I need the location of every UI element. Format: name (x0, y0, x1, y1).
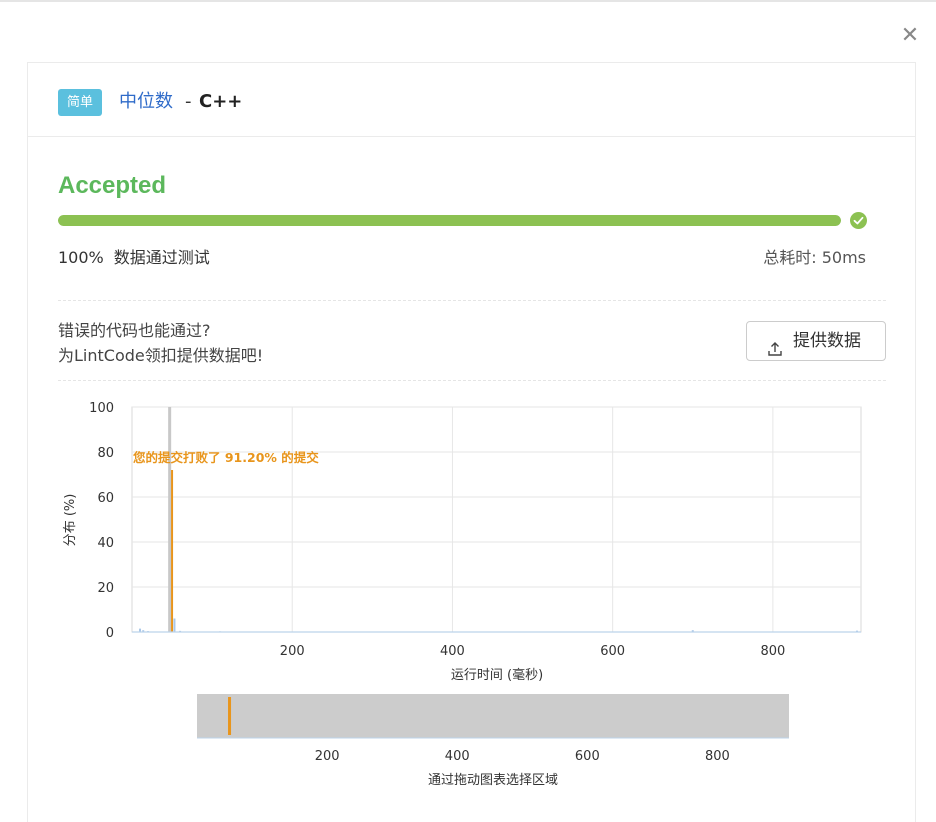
navigator-tick-label: 800 (705, 749, 730, 764)
passed-tests-summary: 100% 数据通过测试 (58, 247, 210, 269)
close-icon[interactable]: ✕ (898, 24, 922, 48)
provide-data-button[interactable]: 提供数据 (746, 321, 886, 361)
top-border (0, 0, 936, 2)
distribution-bar (173, 618, 176, 632)
contribute-line-2: 为LintCode领扣提供数据吧! (58, 346, 264, 365)
check-circle-icon (850, 212, 867, 229)
problem-title-link[interactable]: 中位数 (119, 89, 173, 115)
beat-percentage-annotation: 您的提交打败了 91.20% 的提交 (133, 450, 319, 465)
your-submission-bar (171, 470, 174, 632)
y-tick-label: 80 (97, 446, 114, 461)
y-tick-label: 60 (97, 491, 114, 506)
x-axis-label: 运行时间 (毫秒) (451, 667, 543, 683)
runtime-distribution-chart[interactable]: 0 20 40 60 80 100 200 400 600 800 200 400 600 800 分布… (0, 380, 936, 812)
navigator-tick-label: 200 (315, 749, 340, 764)
difficulty-badge: 简单 (58, 89, 103, 116)
divider (58, 300, 886, 301)
y-axis-label: 分布 (%) (63, 494, 78, 547)
y-tick-label: 20 (97, 581, 114, 596)
test-progress-bar (58, 215, 841, 226)
y-tick-label: 100 (89, 401, 114, 416)
navigator-hint: 通过拖动图表选择区域 (428, 773, 558, 788)
language-label: C++ (199, 91, 243, 112)
upload-icon (767, 333, 783, 356)
runtime-total: 总耗时: 50ms (763, 248, 866, 267)
x-tick-label: 600 (600, 644, 625, 659)
x-tick-label: 200 (280, 644, 305, 659)
y-tick-label: 0 (106, 626, 114, 641)
y-tick-label: 40 (97, 536, 114, 551)
navigator-marker (228, 697, 232, 735)
title-separator: - (185, 91, 192, 112)
progress-fill (58, 215, 841, 226)
contribute-line-1: 错误的代码也能通过? (58, 321, 211, 340)
provide-data-label: 提供数据 (793, 331, 861, 351)
passed-percent: 100% (58, 248, 104, 267)
navigator-tick-label: 400 (445, 749, 470, 764)
passed-text: 数据通过测试 (113, 248, 210, 267)
x-tick-label: 400 (440, 644, 465, 659)
distribution-bar (168, 407, 172, 632)
status-text: Accepted (58, 172, 167, 199)
contribute-note: 错误的代码也能通过? 为LintCode领扣提供数据吧! (58, 318, 263, 368)
card-header: 简单 中位数 - C++ (28, 63, 915, 137)
navigator-area (197, 694, 789, 738)
plot-area (131, 406, 862, 633)
x-tick-label: 800 (760, 644, 785, 659)
navigator-tick-label: 600 (575, 749, 600, 764)
